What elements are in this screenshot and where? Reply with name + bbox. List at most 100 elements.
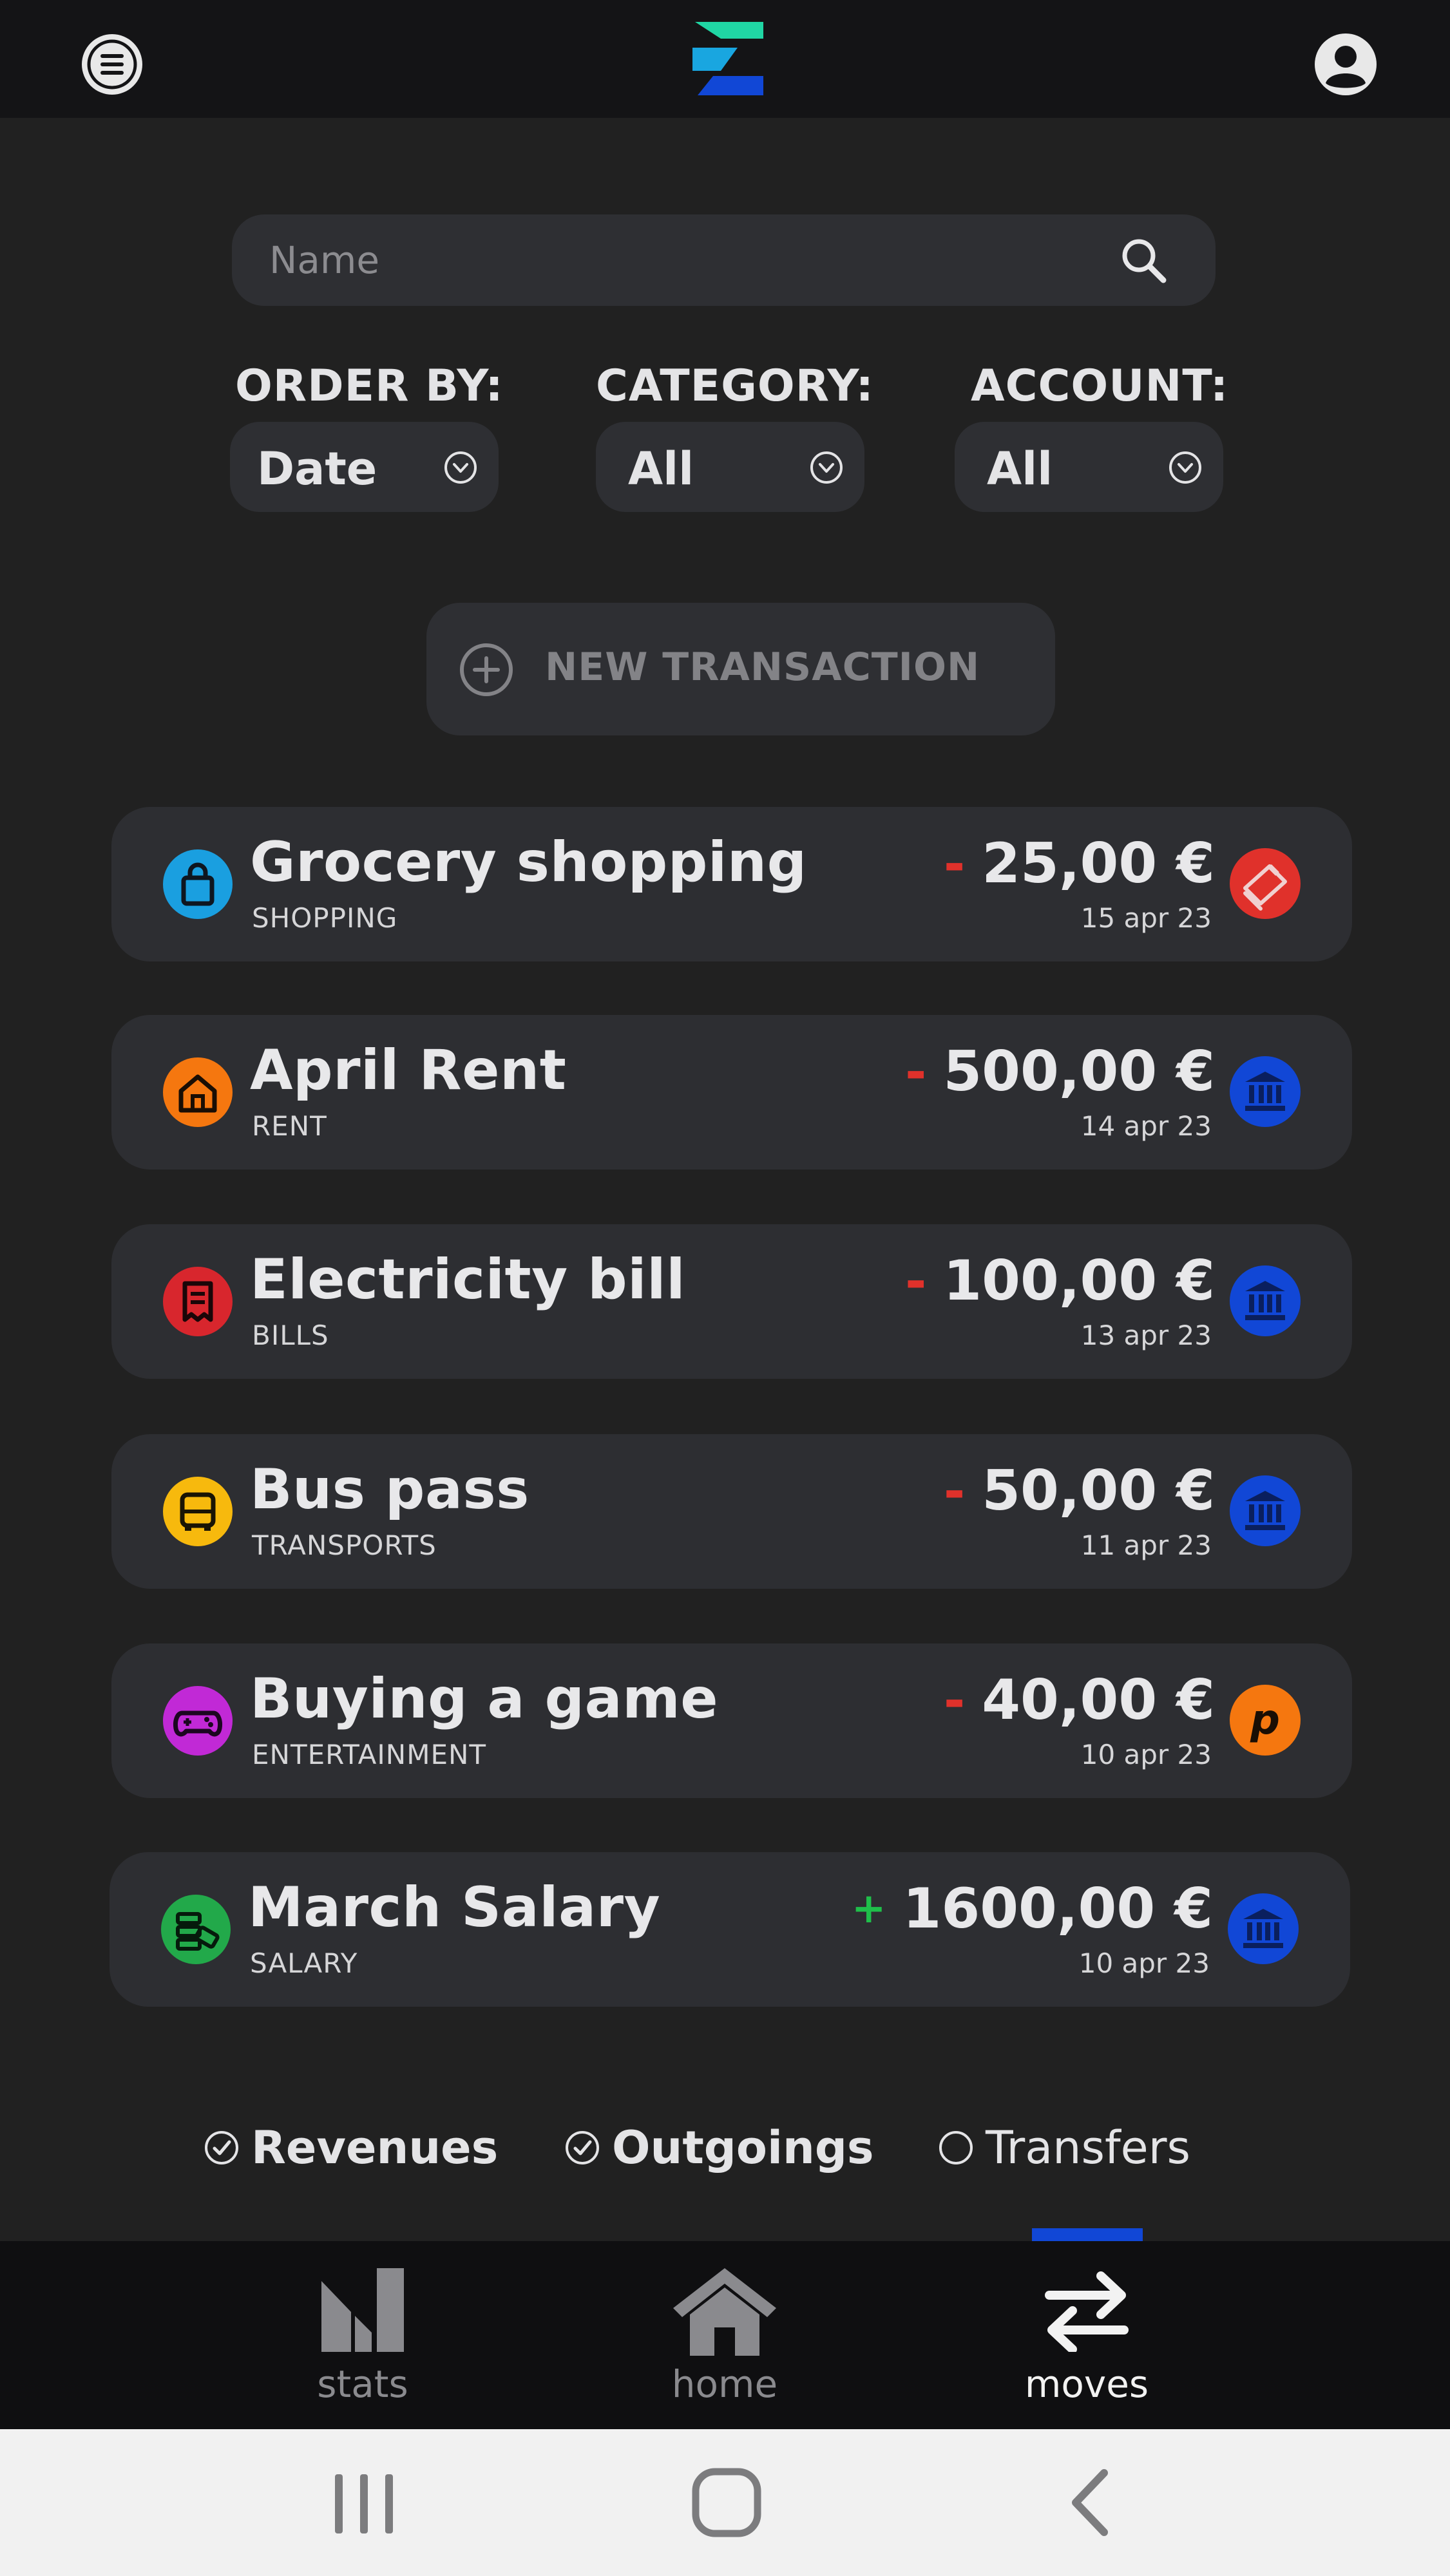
hamburger-menu-icon[interactable]: [82, 34, 142, 95]
bank-icon: [1228, 1893, 1299, 1964]
cash-icon: [161, 1895, 231, 1964]
nav-label-home: home: [671, 2362, 778, 2406]
bank-icon: [1230, 1265, 1301, 1336]
chevron-down-icon: [1169, 451, 1201, 484]
transaction-date: 14 apr 23: [1080, 1110, 1212, 1142]
outgoings-filter-checkbox[interactable]: Outgoings: [564, 2119, 874, 2177]
transaction-amount: - 25,00 €: [944, 831, 1215, 896]
new-transaction-button[interactable]: NEW TRANSACTION: [426, 603, 1055, 735]
amount-sign: -: [943, 1461, 966, 1521]
transfers-label: Transfers: [986, 2121, 1190, 2174]
bus-icon: [163, 1477, 233, 1546]
user-profile-icon[interactable]: [1314, 33, 1377, 96]
order-by-label: ORDER BY:: [235, 361, 504, 412]
transaction-date: 10 apr 23: [1078, 1947, 1210, 1979]
transaction-amount: - 50,00 €: [944, 1459, 1215, 1523]
bank-icon: [1230, 1475, 1301, 1546]
transaction-date: 15 apr 23: [1080, 902, 1212, 934]
amount-value: 100,00 €: [943, 1249, 1215, 1313]
transaction-category: SHOPPING: [252, 902, 398, 934]
category-select[interactable]: All: [596, 422, 864, 512]
new-transaction-label: NEW TRANSACTION: [545, 645, 980, 690]
amount-value: 50,00 €: [982, 1459, 1215, 1523]
transfer-arrows-icon: [1045, 2271, 1129, 2352]
home-circle-icon[interactable]: [685, 2464, 768, 2541]
bank-icon: [1230, 1056, 1301, 1127]
transaction-category: RENT: [252, 1110, 327, 1142]
nav-item-moves[interactable]: moves: [977, 2241, 1196, 2429]
order-by-value: Date: [257, 442, 377, 495]
top-app-bar: [0, 0, 1450, 118]
transaction-category: ENTERTAINMENT: [252, 1739, 487, 1770]
nav-item-stats[interactable]: stats: [253, 2241, 472, 2429]
amount-value: 40,00 €: [982, 1668, 1215, 1732]
amount-sign: -: [905, 1041, 927, 1102]
chevron-down-icon: [444, 451, 477, 484]
transaction-card[interactable]: April Rent RENT - 500,00 € 14 apr 23: [111, 1015, 1352, 1170]
transaction-category: TRANSPORTS: [252, 1530, 437, 1561]
paypal-icon: p: [1230, 1685, 1301, 1756]
transaction-title: Grocery shopping: [250, 830, 807, 895]
transaction-amount: + 1600,00 €: [852, 1877, 1213, 1941]
revenues-filter-checkbox[interactable]: Revenues: [204, 2119, 498, 2177]
active-tab-indicator: [1032, 2228, 1143, 2241]
transaction-card[interactable]: Buying a game ENTERTAINMENT - 40,00 € 10…: [111, 1643, 1352, 1798]
transaction-date: 10 apr 23: [1080, 1739, 1212, 1770]
checked-circle-icon: [566, 2131, 599, 2164]
transaction-card[interactable]: Grocery shopping SHOPPING - 25,00 € 15 a…: [111, 807, 1352, 961]
amount-value: 25,00 €: [982, 831, 1215, 896]
transaction-category: SALARY: [250, 1947, 358, 1979]
svg-text:p: p: [1250, 1696, 1280, 1744]
transaction-title: Bus pass: [250, 1457, 529, 1522]
nav-label-stats: stats: [317, 2362, 408, 2406]
amount-value: 1600,00 €: [902, 1877, 1213, 1941]
gamepad-icon: [163, 1686, 233, 1756]
checked-circle-icon: [205, 2131, 238, 2164]
back-icon[interactable]: [1049, 2464, 1132, 2541]
amount-sign: -: [943, 833, 966, 894]
outgoings-label: Outgoings: [612, 2121, 874, 2174]
revenues-label: Revenues: [251, 2121, 499, 2174]
transaction-title: March Salary: [248, 1875, 661, 1940]
transaction-amount: - 100,00 €: [905, 1249, 1215, 1313]
home-icon: [673, 2268, 776, 2356]
transaction-date: 13 apr 23: [1080, 1320, 1212, 1351]
amount-sign: -: [943, 1670, 966, 1730]
amount-sign: +: [851, 1885, 886, 1933]
transaction-category: BILLS: [252, 1320, 329, 1351]
transaction-title: Buying a game: [250, 1667, 719, 1731]
chevron-down-icon: [810, 451, 843, 484]
transaction-amount: - 40,00 €: [944, 1668, 1215, 1732]
amount-sign: -: [905, 1251, 927, 1311]
recent-apps-icon[interactable]: [322, 2464, 406, 2541]
category-value: All: [628, 442, 694, 495]
nav-label-moves: moves: [1024, 2362, 1149, 2406]
search-input[interactable]: [269, 214, 1074, 306]
stats-icon: [321, 2268, 404, 2352]
unchecked-circle-icon: [939, 2131, 973, 2164]
transaction-title: April Rent: [250, 1038, 567, 1103]
transfers-filter-checkbox[interactable]: Transfers: [938, 2119, 1190, 2177]
category-label: CATEGORY:: [596, 361, 874, 412]
account-label: ACCOUNT:: [971, 361, 1229, 412]
receipt-icon: [163, 1267, 233, 1336]
card-icon: [1230, 848, 1301, 919]
bottom-navigation: stats home moves: [0, 2241, 1450, 2429]
search-bar: [232, 214, 1216, 306]
transaction-card[interactable]: March Salary SALARY + 1600,00 € 10 apr 2…: [110, 1852, 1350, 2007]
account-select[interactable]: All: [955, 422, 1223, 512]
order-by-select[interactable]: Date: [230, 422, 499, 512]
transaction-card[interactable]: Electricity bill BILLS - 100,00 € 13 apr…: [111, 1224, 1352, 1379]
search-icon[interactable]: [1120, 236, 1167, 284]
plus-circle-icon: [460, 643, 513, 696]
house-icon: [163, 1057, 233, 1127]
nav-item-home[interactable]: home: [615, 2241, 834, 2429]
transaction-amount: - 500,00 €: [905, 1039, 1215, 1104]
app-logo-icon: [692, 22, 763, 95]
system-navigation-bar: [0, 2429, 1450, 2576]
shopping-bag-icon: [163, 849, 233, 919]
transaction-card[interactable]: Bus pass TRANSPORTS - 50,00 € 11 apr 23: [111, 1434, 1352, 1589]
amount-value: 500,00 €: [943, 1039, 1215, 1104]
transaction-title: Electricity bill: [250, 1247, 686, 1312]
account-value: All: [987, 442, 1053, 495]
